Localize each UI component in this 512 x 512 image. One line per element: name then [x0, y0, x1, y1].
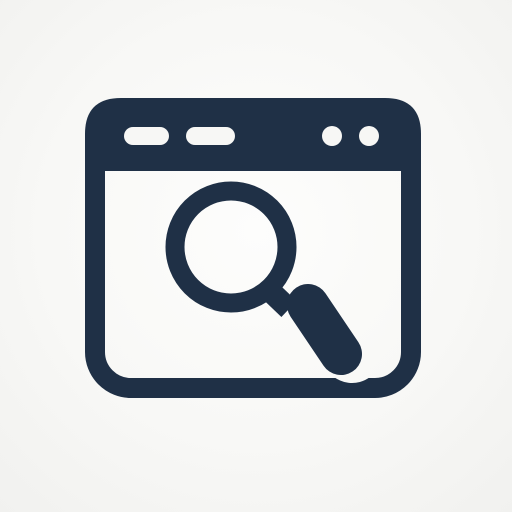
- icon-canvas: [0, 0, 512, 512]
- magnifier-icon: [165, 181, 362, 375]
- browser-window: [85, 98, 421, 398]
- magnifier-handle: [287, 284, 362, 375]
- control-pill-left: [124, 127, 169, 145]
- control-dot-right: [359, 126, 379, 146]
- magnifier-neck: [258, 279, 297, 317]
- control-pill-right: [186, 127, 235, 145]
- browser-search-icon: [85, 98, 421, 398]
- control-dot-left: [322, 126, 342, 146]
